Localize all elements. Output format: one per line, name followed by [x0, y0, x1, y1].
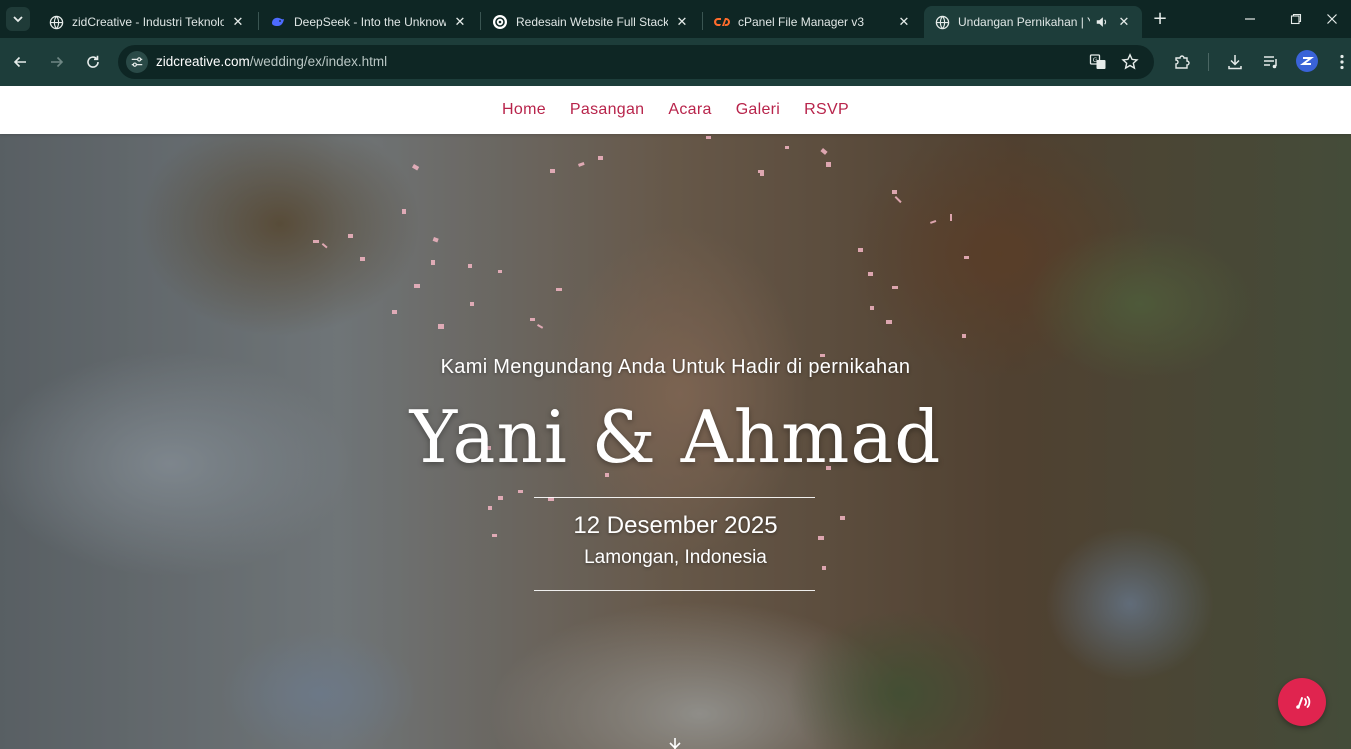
new-tab-button[interactable]: +: [1150, 9, 1170, 29]
browser-tab[interactable]: Redesain Website Full Stack ✕: [482, 6, 700, 38]
tab-title: Redesain Website Full Stack: [516, 15, 668, 29]
forward-button[interactable]: [45, 50, 69, 74]
chevron-down-icon: [13, 16, 23, 23]
bookmark-star-icon[interactable]: [1120, 52, 1140, 72]
tab-title: Undangan Pernikahan | Yani & Ahmad: [958, 15, 1090, 29]
tab-title: DeepSeek - Into the Unknown: [294, 15, 446, 29]
translate-icon[interactable]: G: [1088, 52, 1108, 72]
arrow-right-icon: [51, 56, 64, 68]
divider-line: [534, 590, 815, 591]
scroll-down-icon[interactable]: [668, 738, 682, 749]
nav-link-home[interactable]: Home: [502, 101, 546, 119]
browser-tab-strip: zidCreative - Industri Teknologi ✕ DeepS…: [0, 0, 1351, 38]
nav-link-acara[interactable]: Acara: [668, 101, 711, 119]
site-navbar: Home Pasangan Acara Galeri RSVP: [0, 86, 1351, 134]
close-window-button[interactable]: [1320, 8, 1344, 30]
minimize-icon: [1245, 18, 1255, 20]
browser-tab-active[interactable]: Undangan Pernikahan | Yani & Ahmad ✕: [924, 6, 1142, 38]
tab-divider: [480, 12, 481, 30]
toolbar-divider: [1208, 53, 1209, 71]
url-host: zidcreative.com: [156, 54, 250, 69]
tab-title: cPanel File Manager v3: [738, 15, 865, 29]
browser-tab[interactable]: zidCreative - Industri Teknologi ✕: [38, 6, 256, 38]
browser-tab[interactable]: cPanel File Manager v3 ✕: [704, 6, 922, 38]
more-menu-icon[interactable]: [1330, 50, 1351, 74]
cpanel-icon: [714, 14, 730, 30]
nav-link-rsvp[interactable]: RSVP: [804, 101, 849, 119]
browser-toolbar: zidcreative.com/wedding/ex/index.html G: [0, 38, 1351, 86]
nav-link-pasangan[interactable]: Pasangan: [570, 101, 644, 119]
restore-icon: [1290, 13, 1302, 25]
download-icon[interactable]: [1223, 50, 1247, 74]
globe-icon: [934, 14, 950, 30]
invitation-text: Kami Mengundang Anda Untuk Hadir di pern…: [440, 356, 911, 378]
arrow-left-icon: [13, 56, 26, 68]
deepseek-whale-icon: [270, 14, 286, 30]
wedding-location: Lamongan, Indonesia: [584, 547, 767, 568]
media-control-icon[interactable]: [1259, 50, 1283, 74]
site-info-icon[interactable]: [126, 51, 148, 73]
hero-content: Kami Mengundang Anda Untuk Hadir di pern…: [0, 134, 1351, 749]
chatgpt-icon: [492, 14, 508, 30]
close-icon[interactable]: ✕: [896, 14, 912, 30]
browser-tab[interactable]: DeepSeek - Into the Unknown ✕: [260, 6, 478, 38]
music-toggle-button[interactable]: [1278, 678, 1326, 726]
music-sound-icon: [1296, 696, 1311, 709]
close-icon[interactable]: ✕: [674, 14, 690, 30]
back-button[interactable]: [8, 50, 32, 74]
wedding-date: 12 Desember 2025: [573, 512, 778, 539]
speaker-icon[interactable]: [1094, 14, 1110, 30]
tab-title: zidCreative - Industri Teknologi: [72, 15, 224, 29]
close-icon[interactable]: ✕: [230, 14, 246, 30]
reload-icon: [87, 55, 99, 68]
tab-divider: [258, 12, 259, 30]
couple-names-heading: Yani & Ahmad: [409, 395, 942, 479]
divider-line: [534, 497, 815, 498]
page-viewport: Home Pasangan Acara Galeri RSVP Kami Men…: [0, 86, 1351, 749]
tab-search-button[interactable]: [6, 7, 30, 31]
hero-section: Kami Mengundang Anda Untuk Hadir di pern…: [0, 134, 1351, 749]
globe-icon: [48, 14, 64, 30]
profile-logo-icon: [1300, 57, 1314, 65]
nav-link-galeri[interactable]: Galeri: [736, 101, 780, 119]
close-icon[interactable]: ✕: [452, 14, 468, 30]
restore-button[interactable]: [1284, 8, 1308, 30]
close-icon: [1327, 14, 1337, 24]
reload-button[interactable]: [81, 50, 105, 74]
svg-text:G: G: [1093, 56, 1098, 64]
extensions-puzzle-icon[interactable]: [1170, 50, 1194, 74]
address-bar[interactable]: zidcreative.com/wedding/ex/index.html G: [118, 45, 1154, 79]
profile-avatar[interactable]: [1296, 50, 1318, 72]
tab-divider: [702, 12, 703, 30]
url-text[interactable]: zidcreative.com/wedding/ex/index.html: [156, 54, 387, 69]
close-icon[interactable]: ✕: [1116, 14, 1132, 30]
url-path: /wedding/ex/index.html: [249, 54, 388, 69]
minimize-button[interactable]: [1238, 8, 1262, 30]
